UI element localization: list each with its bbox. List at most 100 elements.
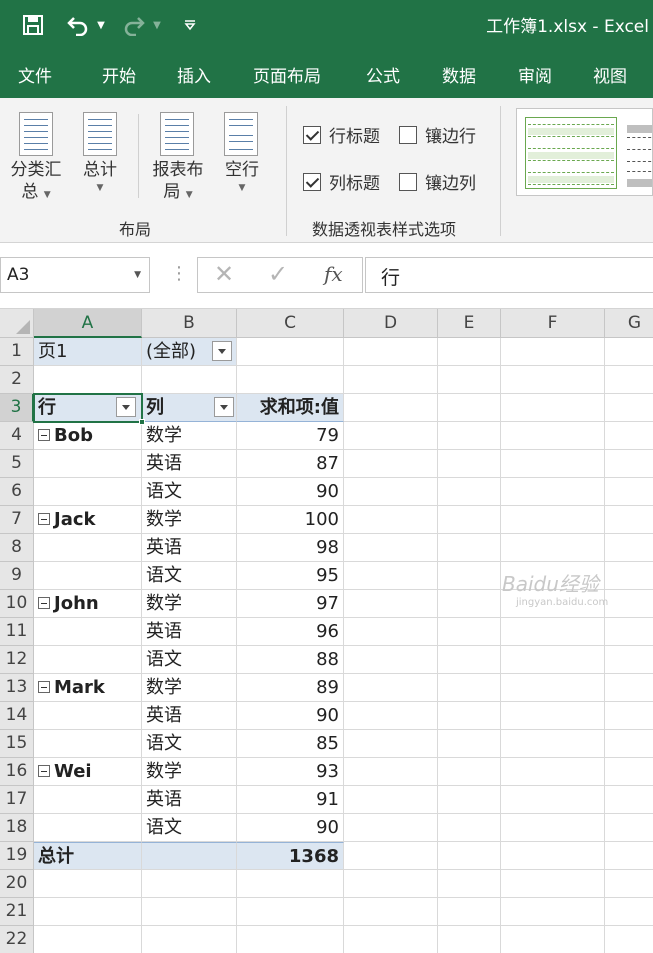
cell[interactable] xyxy=(438,534,501,562)
cell[interactable] xyxy=(344,618,438,646)
tab-data[interactable]: 数据 xyxy=(442,62,476,87)
cell[interactable] xyxy=(605,338,653,366)
cell[interactable] xyxy=(501,646,605,674)
value-cell[interactable]: 88 xyxy=(237,646,344,674)
value-cell[interactable]: 97 xyxy=(237,590,344,618)
page-field-label[interactable]: 页1 xyxy=(34,338,142,366)
cell[interactable] xyxy=(344,758,438,786)
subject-cell[interactable]: 语文 xyxy=(142,646,237,674)
cell[interactable] xyxy=(605,422,653,450)
chevron-down-icon[interactable]: ▼ xyxy=(134,270,141,280)
value-cell[interactable]: 90 xyxy=(237,702,344,730)
cell[interactable] xyxy=(438,842,501,870)
cell[interactable] xyxy=(438,590,501,618)
cell[interactable] xyxy=(438,898,501,926)
page-filter-dropdown-icon[interactable] xyxy=(212,341,232,361)
cell[interactable] xyxy=(344,338,438,366)
subtotals-button[interactable]: 分类汇 总 ▼ xyxy=(4,159,68,203)
blank-rows-button[interactable]: 空行 ▼ xyxy=(216,159,268,195)
value-cell[interactable]: 90 xyxy=(237,814,344,842)
cell[interactable] xyxy=(344,702,438,730)
cell[interactable] xyxy=(605,926,653,953)
cell[interactable] xyxy=(501,422,605,450)
row-header-6[interactable]: 6 xyxy=(0,478,34,506)
row-header-12[interactable]: 12 xyxy=(0,646,34,674)
cell[interactable] xyxy=(501,394,605,422)
subject-cell[interactable]: 数学 xyxy=(142,590,237,618)
subject-cell[interactable]: 数学 xyxy=(142,758,237,786)
cell[interactable] xyxy=(501,842,605,870)
group-name[interactable]: John xyxy=(34,590,142,618)
undo-icon[interactable] xyxy=(64,10,92,40)
cell[interactable] xyxy=(501,898,605,926)
fill-handle[interactable] xyxy=(139,419,145,425)
cell[interactable] xyxy=(605,590,653,618)
cell[interactable] xyxy=(344,646,438,674)
collapse-icon[interactable] xyxy=(38,596,50,609)
row-header-13[interactable]: 13 xyxy=(0,674,34,702)
subject-cell[interactable]: 语文 xyxy=(142,478,237,506)
cell[interactable] xyxy=(34,478,142,506)
value-cell[interactable]: 85 xyxy=(237,730,344,758)
cell[interactable] xyxy=(605,898,653,926)
group-name[interactable]: Jack xyxy=(34,506,142,534)
cell[interactable] xyxy=(438,422,501,450)
cell[interactable] xyxy=(438,618,501,646)
cell[interactable] xyxy=(605,366,653,394)
tab-view[interactable]: 视图 xyxy=(593,62,627,87)
tab-page-layout[interactable]: 页面布局 xyxy=(253,62,321,87)
cell[interactable] xyxy=(605,842,653,870)
cell[interactable] xyxy=(501,814,605,842)
value-cell[interactable]: 79 xyxy=(237,422,344,450)
row-header-5[interactable]: 5 xyxy=(0,450,34,478)
subject-cell[interactable]: 数学 xyxy=(142,506,237,534)
customize-qat-icon[interactable] xyxy=(180,10,200,40)
grand-totals-button[interactable]: 总计 ▼ xyxy=(74,159,126,195)
redo-dropdown-icon[interactable]: ▼ xyxy=(150,10,164,40)
report-layout-button[interactable]: 报表布 局 ▼ xyxy=(146,159,210,203)
cell[interactable] xyxy=(34,534,142,562)
cell[interactable] xyxy=(34,926,142,953)
row-header-2[interactable]: 2 xyxy=(0,366,34,394)
grand-totals-icon[interactable] xyxy=(83,112,117,156)
subject-cell[interactable]: 英语 xyxy=(142,450,237,478)
row-header-14[interactable]: 14 xyxy=(0,702,34,730)
row-header-18[interactable]: 18 xyxy=(0,814,34,842)
collapse-icon[interactable] xyxy=(38,428,50,441)
row-header-20[interactable]: 20 xyxy=(0,870,34,898)
row-header-10[interactable]: 10 xyxy=(0,590,34,618)
collapse-icon[interactable] xyxy=(38,764,50,777)
cell[interactable] xyxy=(142,926,237,953)
more-options-icon[interactable]: ⋮ xyxy=(170,263,188,284)
cell[interactable] xyxy=(438,702,501,730)
row-header-4[interactable]: 4 xyxy=(0,422,34,450)
subject-cell[interactable]: 英语 xyxy=(142,702,237,730)
row-header-7[interactable]: 7 xyxy=(0,506,34,534)
subject-cell[interactable]: 英语 xyxy=(142,534,237,562)
cell[interactable] xyxy=(344,786,438,814)
pivot-style-gallery[interactable] xyxy=(516,108,653,196)
value-cell[interactable]: 87 xyxy=(237,450,344,478)
cell[interactable] xyxy=(501,506,605,534)
cell[interactable] xyxy=(501,618,605,646)
cell[interactable] xyxy=(34,786,142,814)
cell[interactable] xyxy=(237,870,344,898)
value-cell[interactable]: 91 xyxy=(237,786,344,814)
row-header-16[interactable]: 16 xyxy=(0,758,34,786)
cell[interactable] xyxy=(605,478,653,506)
report-layout-icon[interactable] xyxy=(160,112,194,156)
cell[interactable] xyxy=(605,674,653,702)
cell[interactable] xyxy=(344,394,438,422)
tab-formulas[interactable]: 公式 xyxy=(366,62,400,87)
cell[interactable] xyxy=(438,506,501,534)
tab-home[interactable]: 开始 xyxy=(102,62,136,87)
collapse-icon[interactable] xyxy=(38,680,50,693)
value-cell[interactable]: 96 xyxy=(237,618,344,646)
row-header-1[interactable]: 1 xyxy=(0,338,34,366)
cell[interactable] xyxy=(237,338,344,366)
select-all-corner[interactable] xyxy=(0,309,34,338)
cell[interactable] xyxy=(142,898,237,926)
cell[interactable] xyxy=(344,590,438,618)
cell[interactable] xyxy=(438,674,501,702)
column-header-g[interactable]: G xyxy=(605,309,653,338)
